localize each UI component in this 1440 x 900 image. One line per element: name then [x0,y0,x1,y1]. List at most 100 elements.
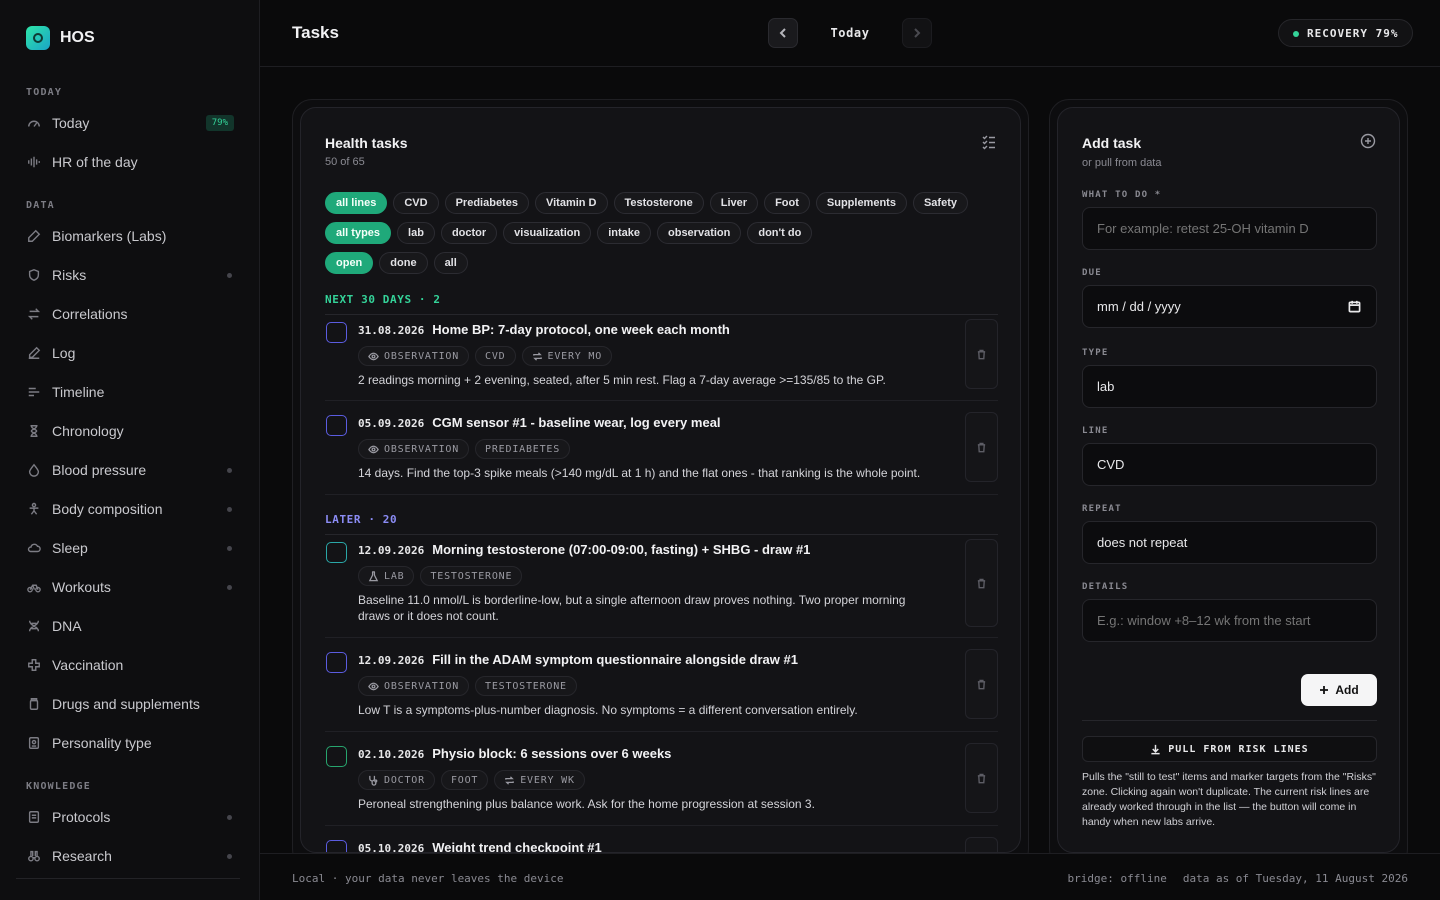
filter-type-intake[interactable]: intake [597,222,651,244]
filter-line-safety[interactable]: Safety [912,192,968,214]
trash-icon [977,578,986,588]
droplet-icon [26,462,42,478]
task-date: 12.09.2026 [358,654,425,667]
filter-type-dont-do[interactable]: don't do [747,222,813,244]
add-task-button[interactable]: Add [1301,674,1377,706]
what-to-do-input[interactable] [1082,207,1377,250]
sidebar-item-risks[interactable]: Risks [16,258,244,292]
cloud-icon [26,540,42,556]
sidebar-item-label: Log [52,345,76,361]
sidebar-item-blood-pressure[interactable]: Blood pressure [16,453,244,487]
eye-icon [368,352,379,360]
filter-line-supplements[interactable]: Supplements [815,192,907,214]
sidebar-item-label: Risks [52,267,87,283]
pull-from-risk-lines-button[interactable]: PULL FROM RISK LINES [1082,736,1377,762]
page-title: Tasks [292,23,339,42]
line-select[interactable]: CVD [1082,443,1377,486]
filter-line-prediabetes[interactable]: Prediabetes [444,192,529,214]
task-checkbox[interactable] [326,840,347,852]
filter-status-all[interactable]: all [433,252,468,274]
sidebar-item-research[interactable]: Research [16,839,244,873]
filter-line-foot[interactable]: Foot [764,192,810,214]
delete-task-button[interactable] [965,539,998,627]
what-to-do-field[interactable] [1097,221,1362,236]
task-tag: LAB [358,566,415,586]
eye-icon [368,682,379,690]
status-dot [227,272,232,278]
sidebar-item-protocols[interactable]: Protocols [16,800,244,834]
filter-line-all[interactable]: all lines [325,192,388,214]
delete-task-button[interactable] [965,743,998,813]
sidebar-item-correlations[interactable]: Correlations [16,297,244,331]
sidebar-item-workouts[interactable]: Workouts [16,570,244,604]
sidebar-item-sleep[interactable]: Sleep [16,531,244,565]
sidebar-item-hr-of-the-day[interactable]: HR of the day [16,145,244,179]
nav-section-today: TODAY [26,87,63,98]
filter-line-cvd[interactable]: CVD [393,192,439,214]
details-field[interactable] [1097,613,1362,628]
filter-line-testosterone[interactable]: Testosterone [613,192,704,214]
task-checkbox[interactable] [326,322,347,343]
repeat-select[interactable]: does not repeat [1082,521,1377,564]
filter-status-open[interactable]: open [325,252,374,274]
delete-task-button[interactable] [965,649,998,719]
filter-type-visualization[interactable]: visualization [503,222,592,244]
sidebar-item-body-composition[interactable]: Body composition [16,492,244,526]
delete-task-button[interactable] [965,412,998,482]
type-select[interactable]: lab [1082,365,1377,408]
repeat-icon [532,351,542,361]
date-navigator: Today [768,18,932,48]
sidebar-item-chronology[interactable]: Chronology [16,414,244,448]
person-icon [26,501,42,517]
sidebar-item-biomarkers[interactable]: Biomarkers (Labs) [16,219,244,253]
what-label: WHAT TO DO * [1082,190,1162,200]
task-checkbox[interactable] [326,542,347,563]
sidebar-item-label: Blood pressure [52,462,147,478]
sidebar-item-label: Body composition [52,501,163,517]
repeat-label: REPEAT [1082,504,1122,514]
filter-type-observation[interactable]: observation [657,222,742,244]
sidebar-item-vaccination[interactable]: Vaccination [16,648,244,682]
filter-type-all[interactable]: all types [325,222,392,244]
filter-type-lab[interactable]: lab [397,222,435,244]
task-description: Peroneal strengthening plus balance work… [358,797,815,811]
plus-circle-icon[interactable] [1360,133,1376,149]
due-date-input[interactable]: mm / dd / yyyy [1082,285,1377,328]
chevron-right-icon [914,28,921,38]
trash-icon [977,773,986,783]
status-dot [227,506,232,512]
filter-status-done[interactable]: done [379,252,428,274]
brand[interactable]: HOS [26,26,95,50]
line-label: LINE [1082,426,1109,436]
calendar-icon[interactable] [1348,300,1362,314]
filter-type-doctor[interactable]: doctor [440,222,498,244]
next-day-button[interactable] [902,18,932,48]
task-checkbox[interactable] [326,746,347,767]
bridge-status: bridge: offline [1067,872,1167,885]
document-icon [26,809,42,825]
delete-task-button[interactable] [965,319,998,389]
status-dot [227,814,232,820]
filter-line-vitamin-d[interactable]: Vitamin D [534,192,608,214]
task-title: Fill in the ADAM symptom questionnaire a… [432,652,798,667]
sidebar-item-log[interactable]: Log [16,336,244,370]
filter-line-liver[interactable]: Liver [709,192,759,214]
recovery-badge[interactable]: RECOVERY 79% [1278,19,1414,47]
task-checkbox[interactable] [326,415,347,436]
delete-task-button[interactable] [965,837,998,852]
details-input[interactable] [1082,599,1377,642]
sidebar-item-label: Sleep [52,540,88,556]
task-row: 02.10.2026 Physio block: 6 sessions over… [325,732,998,826]
hourglass-icon [26,423,42,439]
sidebar-item-personality[interactable]: Personality type [16,726,244,760]
sidebar: HOS TODAY Today 79% HR of the day DATA B… [0,0,260,900]
sidebar-item-drugs[interactable]: Drugs and supplements [16,687,244,721]
sidebar-item-timeline[interactable]: Timeline [16,375,244,409]
dna-icon [26,618,42,634]
sidebar-item-dna[interactable]: DNA [16,609,244,643]
prev-day-button[interactable] [768,18,798,48]
task-tag: OBSERVATION [358,346,470,366]
task-checkbox[interactable] [326,652,347,673]
checklist-icon[interactable] [981,134,997,150]
sidebar-item-today[interactable]: Today 79% [16,106,244,140]
